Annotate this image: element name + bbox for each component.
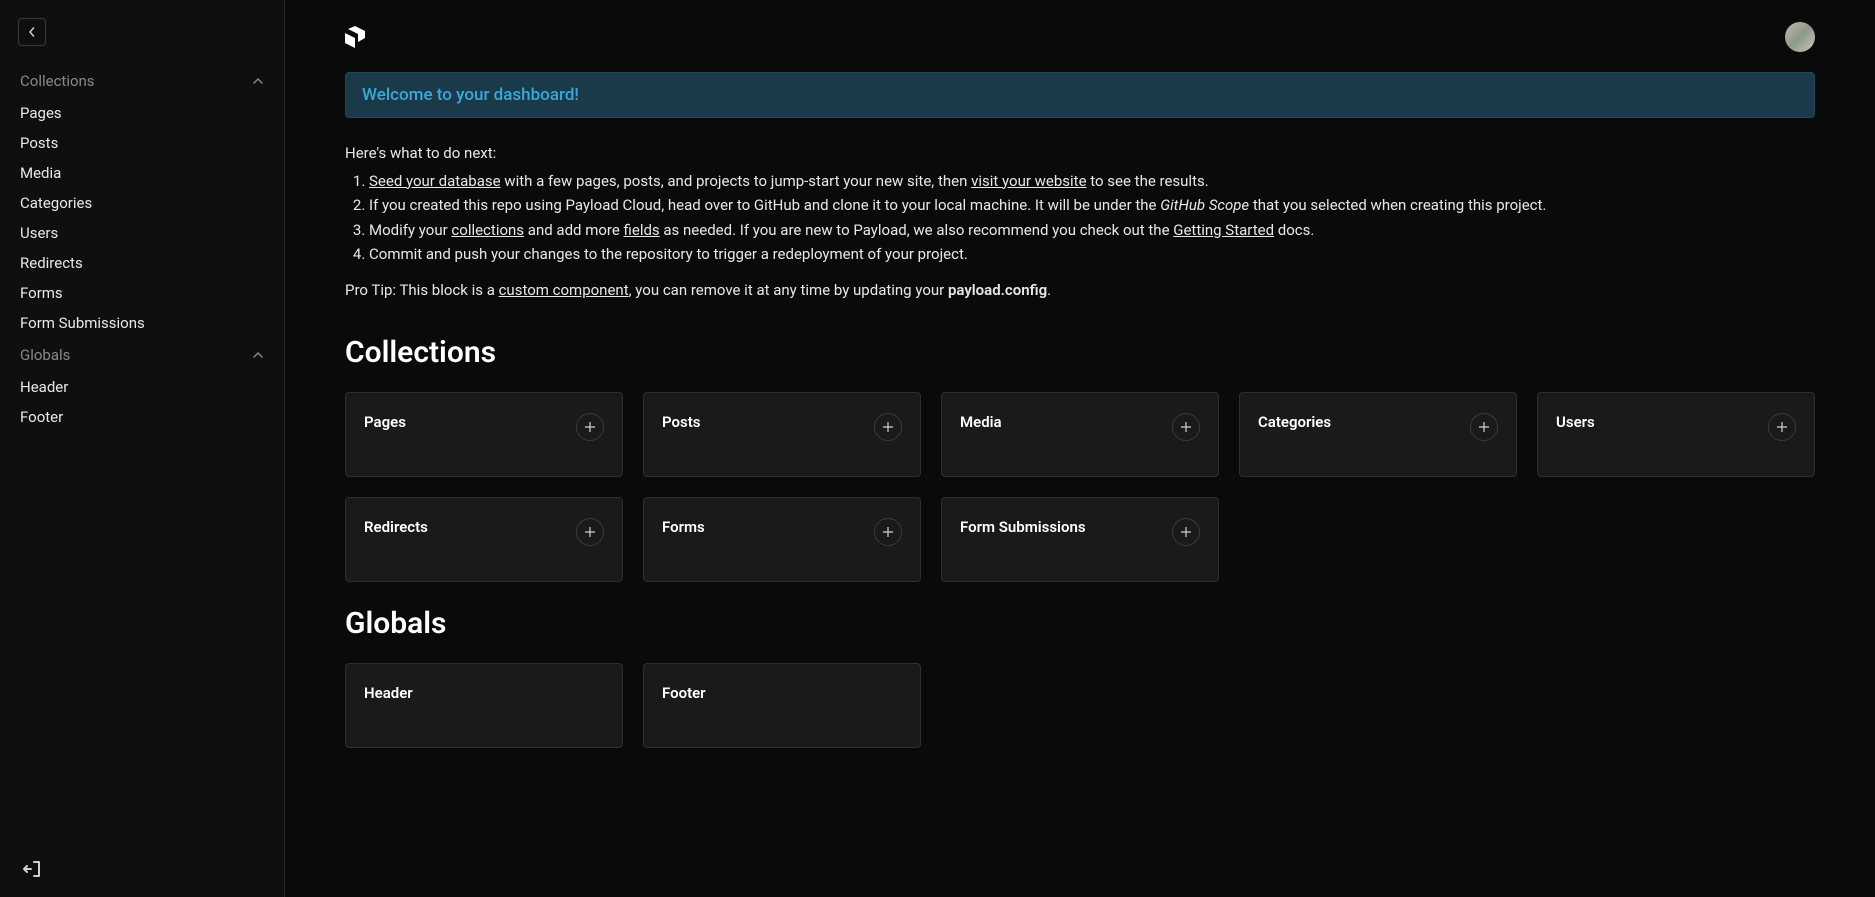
- intro-block: Here's what to do next: Seed your databa…: [345, 142, 1815, 299]
- sidebar-item-footer[interactable]: Footer: [0, 402, 284, 432]
- logout-icon: [22, 859, 42, 879]
- chevron-up-icon: [252, 75, 264, 87]
- logo[interactable]: [345, 26, 365, 48]
- intro-step-2: If you created this repo using Payload C…: [369, 193, 1815, 218]
- intro-step-3: Modify your collections and add more fie…: [369, 218, 1815, 243]
- card-title: Forms: [662, 518, 705, 536]
- add-users-button[interactable]: [1768, 413, 1796, 441]
- sidebar-item-pages[interactable]: Pages: [0, 98, 284, 128]
- plus-icon: [882, 421, 894, 433]
- logout-button[interactable]: [22, 859, 42, 879]
- card-redirects[interactable]: Redirects: [345, 497, 623, 582]
- topbar: [345, 0, 1815, 72]
- collections-grid: Pages Posts Media Categories Users Redir…: [345, 392, 1815, 582]
- add-redirects-button[interactable]: [576, 518, 604, 546]
- main-content: Welcome to your dashboard! Here's what t…: [285, 0, 1875, 897]
- plus-icon: [1478, 421, 1490, 433]
- card-footer[interactable]: Footer: [643, 663, 921, 748]
- globals-heading: Globals: [345, 606, 1815, 641]
- intro-lead: Here's what to do next:: [345, 142, 1815, 165]
- card-form-submissions[interactable]: Form Submissions: [941, 497, 1219, 582]
- seed-database-link[interactable]: Seed your database: [369, 172, 501, 190]
- chevron-left-icon: [27, 27, 37, 37]
- pro-tip: Pro Tip: This block is a custom componen…: [345, 281, 1815, 299]
- sidebar-item-users[interactable]: Users: [0, 218, 284, 248]
- card-title: Users: [1556, 413, 1595, 431]
- add-pages-button[interactable]: [576, 413, 604, 441]
- sidebar: Collections Pages Posts Media Categories…: [0, 0, 285, 897]
- plus-icon: [1180, 421, 1192, 433]
- card-users[interactable]: Users: [1537, 392, 1815, 477]
- payload-logo-icon: [345, 26, 365, 48]
- intro-step-4: Commit and push your changes to the repo…: [369, 242, 1815, 267]
- nav-group-collections[interactable]: Collections: [0, 64, 284, 98]
- nav-group-label: Collections: [20, 72, 95, 90]
- plus-icon: [1776, 421, 1788, 433]
- add-posts-button[interactable]: [874, 413, 902, 441]
- collections-link[interactable]: collections: [451, 221, 524, 239]
- sidebar-item-categories[interactable]: Categories: [0, 188, 284, 218]
- nav-group-globals[interactable]: Globals: [0, 338, 284, 372]
- card-title: Form Submissions: [960, 518, 1086, 536]
- card-header[interactable]: Header: [345, 663, 623, 748]
- sidebar-item-form-submissions[interactable]: Form Submissions: [0, 308, 284, 338]
- intro-step-1: Seed your database with a few pages, pos…: [369, 169, 1815, 194]
- sidebar-item-forms[interactable]: Forms: [0, 278, 284, 308]
- card-title: Media: [960, 413, 1002, 431]
- plus-icon: [882, 526, 894, 538]
- card-title: Header: [364, 684, 413, 702]
- card-forms[interactable]: Forms: [643, 497, 921, 582]
- plus-icon: [584, 526, 596, 538]
- custom-component-link[interactable]: custom component: [499, 281, 629, 299]
- card-title: Pages: [364, 413, 406, 431]
- chevron-up-icon: [252, 349, 264, 361]
- nav-group-label: Globals: [20, 346, 70, 364]
- add-categories-button[interactable]: [1470, 413, 1498, 441]
- card-categories[interactable]: Categories: [1239, 392, 1517, 477]
- sidebar-collapse-button[interactable]: [18, 18, 46, 46]
- card-pages[interactable]: Pages: [345, 392, 623, 477]
- getting-started-link[interactable]: Getting Started: [1173, 221, 1274, 239]
- add-media-button[interactable]: [1172, 413, 1200, 441]
- plus-icon: [584, 421, 596, 433]
- card-title: Posts: [662, 413, 700, 431]
- plus-icon: [1180, 526, 1192, 538]
- sidebar-item-header[interactable]: Header: [0, 372, 284, 402]
- welcome-banner: Welcome to your dashboard!: [345, 72, 1815, 118]
- card-posts[interactable]: Posts: [643, 392, 921, 477]
- card-media[interactable]: Media: [941, 392, 1219, 477]
- card-title: Footer: [662, 684, 706, 702]
- card-title: Redirects: [364, 518, 428, 536]
- globals-grid: Header Footer: [345, 663, 1815, 748]
- sidebar-item-redirects[interactable]: Redirects: [0, 248, 284, 278]
- add-form-submissions-button[interactable]: [1172, 518, 1200, 546]
- visit-website-link[interactable]: visit your website: [971, 172, 1086, 190]
- card-title: Categories: [1258, 413, 1331, 431]
- fields-link[interactable]: fields: [624, 221, 660, 239]
- collections-heading: Collections: [345, 335, 1815, 370]
- sidebar-item-posts[interactable]: Posts: [0, 128, 284, 158]
- add-forms-button[interactable]: [874, 518, 902, 546]
- sidebar-item-media[interactable]: Media: [0, 158, 284, 188]
- avatar[interactable]: [1785, 22, 1815, 52]
